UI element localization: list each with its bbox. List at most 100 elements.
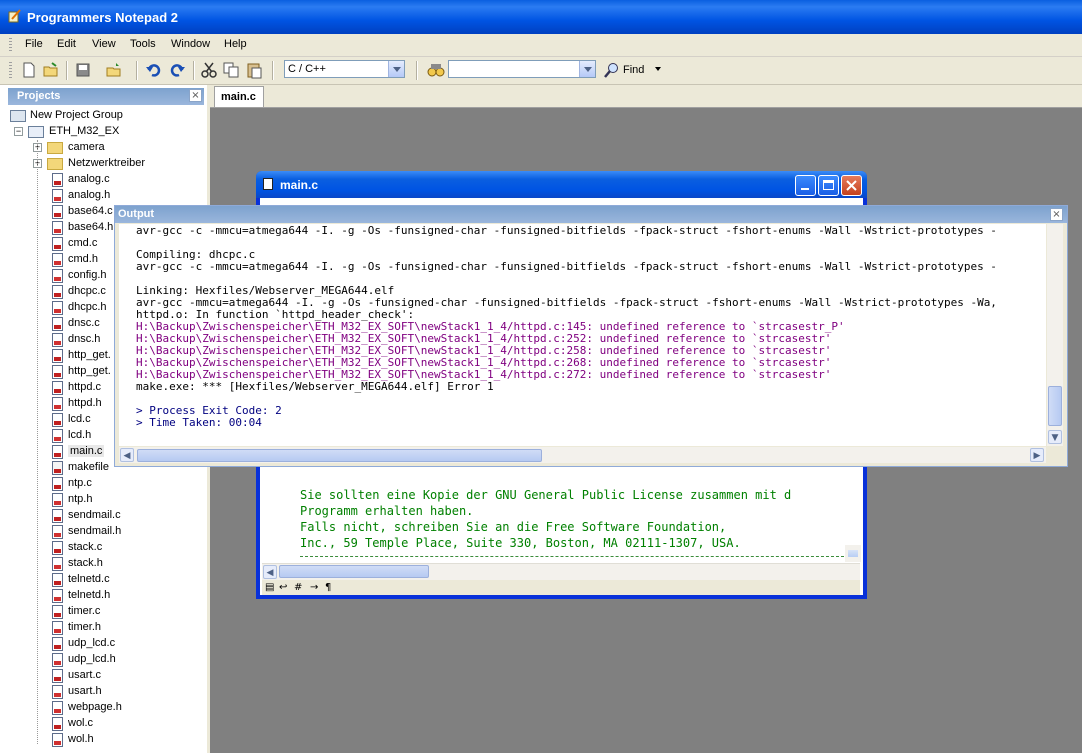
c-file-icon (52, 589, 63, 603)
c-file-icon (52, 557, 63, 571)
menu-file[interactable]: File (25, 38, 43, 50)
c-file-icon (52, 397, 63, 411)
menu-view[interactable]: View (92, 38, 116, 50)
find-icon[interactable] (603, 61, 621, 79)
tree-item-label: sendmail.c (68, 509, 121, 521)
tree-item-label: dnsc.c (68, 317, 100, 329)
document-tabstrip (210, 85, 1082, 108)
save-icon[interactable] (74, 61, 92, 79)
toolbar-grip[interactable] (9, 62, 12, 78)
c-file-icon (52, 669, 63, 683)
tree-item-label: wol.h (68, 733, 94, 745)
find-button-label[interactable]: Find (623, 64, 644, 76)
tree-item-label: stack.c (68, 541, 103, 553)
paste-icon[interactable] (245, 61, 263, 79)
tree-item-label: udp_lcd.c (68, 637, 116, 649)
scroll-down-icon[interactable]: ▼ (1048, 430, 1062, 444)
tree-item-label: usart.h (68, 685, 102, 697)
minimize-button[interactable] (795, 175, 816, 196)
language-select[interactable]: C / C++ (284, 60, 405, 78)
menubar: File Edit View Tools Window Help (0, 34, 1082, 57)
c-file-icon (52, 317, 63, 331)
chevron-down-icon[interactable] (388, 61, 404, 77)
view-mode-icon[interactable]: ▤ (265, 582, 274, 593)
minimize-icon (801, 188, 809, 190)
output-text-area[interactable]: avr-gcc -c -mmcu=atmega644 -I. -g -Os -f… (119, 224, 1046, 446)
tree-item-label: analog.c (68, 173, 110, 185)
output-line: > Time Taken: 00:04 (136, 416, 262, 429)
c-file-icon (52, 717, 63, 731)
c-file-icon (52, 637, 63, 651)
save-all-icon[interactable] (105, 61, 123, 79)
cut-icon[interactable] (200, 61, 218, 79)
toolbar-separator (193, 61, 195, 80)
app-title: Programmers Notepad 2 (27, 10, 178, 25)
tree-item-label: cmd.c (68, 237, 98, 249)
tree-item-label: dnsc.h (68, 333, 101, 345)
makefile-icon (52, 461, 63, 475)
tab-main-c[interactable]: main.c (214, 86, 264, 107)
undo-icon[interactable] (145, 61, 163, 79)
tree-item-label: telnetd.h (68, 589, 111, 601)
c-file-icon (52, 269, 63, 283)
line-numbers-icon[interactable]: # (294, 582, 302, 593)
scroll-left-icon[interactable]: ◀ (120, 448, 134, 462)
menu-help[interactable]: Help (224, 38, 247, 50)
tree-item-label: config.h (68, 269, 107, 281)
chevron-down-icon[interactable] (579, 61, 595, 77)
scroll-right-icon[interactable]: ▶ (1030, 448, 1044, 462)
whitespace-arrow-icon[interactable]: → (310, 582, 318, 593)
tree-item-label: main.c (68, 445, 105, 457)
code-line: Sie sollten eine Kopie der GNU General P… (300, 488, 792, 502)
paragraph-mark-icon[interactable]: ¶ (325, 582, 331, 593)
output-panel-header[interactable]: Output × (115, 206, 1067, 223)
editor-statusbar: ▤ ↩ # → ¶ (262, 580, 860, 595)
toolbar-separator (136, 61, 138, 80)
c-file-icon (52, 493, 63, 507)
output-horizontal-scroll-thumb[interactable] (137, 449, 542, 462)
copy-icon[interactable] (222, 61, 240, 79)
wrap-icon[interactable]: ↩ (279, 582, 287, 593)
c-file-icon (52, 349, 63, 363)
toolbar-separator (416, 61, 418, 80)
close-button[interactable] (841, 175, 862, 196)
close-icon[interactable]: × (1050, 208, 1063, 221)
maximize-icon (823, 180, 834, 190)
projects-panel-title: Projects (17, 90, 61, 102)
tree-item-label: wol.c (68, 717, 94, 729)
open-file-icon[interactable] (42, 61, 60, 79)
new-file-icon[interactable] (20, 61, 38, 79)
menu-window[interactable]: Window (171, 38, 210, 50)
scroll-left-icon[interactable]: ◀ (263, 565, 277, 579)
c-file-icon (52, 413, 63, 427)
menu-edit[interactable]: Edit (57, 38, 76, 50)
editor-horizontal-scroll-thumb[interactable] (279, 565, 429, 578)
tree-item-label: webpage.h (68, 701, 122, 713)
menubar-grip[interactable] (9, 38, 12, 53)
collapse-icon[interactable]: − (14, 127, 23, 136)
output-vertical-scroll-thumb[interactable] (1048, 386, 1062, 426)
tree-item-label: lcd.c (68, 413, 91, 425)
c-file-icon (52, 509, 63, 523)
language-select-value: C / C++ (288, 63, 326, 75)
output-line: make.exe: *** [Hexfiles/Webserver_MEGA64… (136, 380, 494, 393)
editor-window-titlebar[interactable]: main.c (256, 171, 867, 198)
c-file-icon (52, 381, 63, 395)
app-titlebar[interactable]: Programmers Notepad 2 (0, 0, 1082, 34)
tree-item-label: httpd.h (68, 397, 102, 409)
maximize-button[interactable] (818, 175, 839, 196)
close-icon[interactable]: × (189, 89, 202, 102)
output-panel-title: Output (118, 208, 155, 220)
project-icon (28, 126, 44, 138)
comment-divider (300, 556, 844, 557)
redo-icon[interactable] (168, 61, 186, 79)
search-combo[interactable] (448, 60, 596, 78)
c-file-icon (52, 701, 63, 715)
toolbar: C / C++ Find (0, 57, 1082, 85)
tree-item-label: httpd.c (68, 381, 102, 393)
editor-vertical-scroll-down[interactable] (845, 545, 861, 562)
binoculars-icon[interactable] (427, 61, 445, 79)
menu-tools[interactable]: Tools (130, 38, 156, 50)
tree-item-label: http_get. (68, 365, 111, 377)
find-dropdown-icon[interactable] (655, 67, 661, 71)
